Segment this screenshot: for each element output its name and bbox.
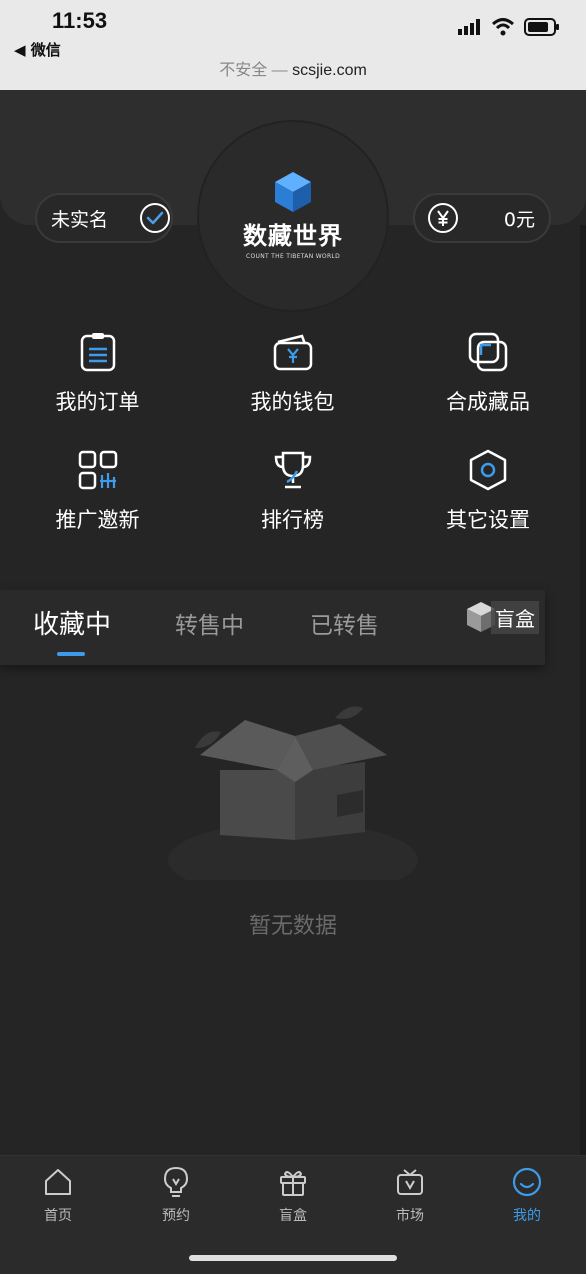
verify-status-pill[interactable]: 未实名 [35, 193, 173, 243]
tab-reselling[interactable]: 转售中 [175, 606, 244, 640]
address-bar[interactable]: 不安全 — scsjie.com [0, 56, 586, 80]
clock: 11:53 [52, 8, 108, 33]
home-indicator[interactable] [189, 1255, 397, 1261]
bulb-icon [163, 1166, 189, 1197]
logo-subtitle: COUNT THE TIBETAN WORLD [246, 253, 340, 260]
nav-blind-box[interactable]: 盲盒 [253, 1166, 333, 1225]
system-icons [458, 18, 560, 36]
url-host: scsjie.com [292, 62, 367, 79]
nav-label: 盲盒 [279, 1208, 307, 1224]
nav-label: 我的 [513, 1208, 541, 1224]
menu-my-orders[interactable]: 我的订单 [0, 330, 195, 416]
balance-pill[interactable]: 0元 [413, 193, 551, 243]
invite-icon [78, 450, 117, 490]
menu-leaderboard[interactable]: 排行榜 [195, 448, 390, 534]
feature-grid: 我的订单 我的钱包 合成藏品 推广邀新 排行榜 其它设置 [0, 330, 586, 534]
menu-my-wallet[interactable]: 我的钱包 [195, 330, 390, 416]
home-icon [45, 1169, 71, 1195]
blind-box-tab[interactable]: 盲盒 [465, 598, 539, 636]
yuan-coin-icon [428, 203, 458, 233]
nav-label: 市场 [396, 1208, 424, 1224]
nav-label: 首页 [44, 1208, 72, 1224]
insecure-label: 不安全 — [219, 62, 293, 79]
market-icon [397, 1169, 423, 1195]
compose-icon [468, 332, 508, 372]
verify-status-label: 未实名 [51, 208, 109, 231]
collection-tabs: 收藏中 转售中 已转售 盲盒 [0, 590, 545, 665]
tab-resold[interactable]: 已转售 [310, 606, 379, 640]
logo-title: 数藏世界 [243, 221, 343, 250]
signal-icon [458, 19, 480, 35]
menu-label: 排行榜 [261, 508, 324, 532]
wallet-icon [273, 334, 312, 371]
smile-icon [512, 1167, 542, 1197]
nav-market[interactable]: 市场 [370, 1166, 450, 1225]
active-tab-indicator [57, 652, 85, 656]
balance-amount: 0元 [503, 208, 535, 231]
menu-other-settings[interactable]: 其它设置 [390, 448, 586, 534]
wifi-icon [491, 18, 515, 36]
app-logo: 数藏世界 COUNT THE TIBETAN WORLD [197, 120, 389, 312]
menu-label: 我的钱包 [250, 390, 335, 414]
nav-label: 预约 [162, 1208, 190, 1224]
menu-compose-collectibles[interactable]: 合成藏品 [390, 330, 586, 416]
empty-state-text: 暂无数据 [248, 914, 337, 939]
gift-icon [280, 1171, 306, 1196]
menu-label: 其它设置 [446, 508, 530, 532]
tab-collecting[interactable]: 收藏中 [33, 604, 111, 641]
trophy-icon [274, 451, 311, 489]
empty-box-illustration [168, 706, 418, 880]
nav-home[interactable]: 首页 [18, 1166, 98, 1225]
browser-status-bar: 11:53 ◀ 微信 不安全 — scsjie.com [0, 0, 586, 90]
order-icon [80, 333, 115, 372]
menu-label: 推广邀新 [55, 508, 140, 532]
cube-logo-icon [275, 172, 311, 212]
nav-mine[interactable]: 我的 [487, 1166, 567, 1225]
blind-box-label: 盲盒 [491, 600, 539, 634]
settings-icon [469, 449, 507, 491]
nav-reservation[interactable]: 预约 [136, 1166, 216, 1225]
menu-label: 我的订单 [55, 390, 140, 414]
menu-label: 合成藏品 [446, 390, 530, 414]
menu-invite[interactable]: 推广邀新 [0, 448, 195, 534]
battery-icon [524, 18, 559, 36]
check-circle-icon [140, 203, 170, 233]
